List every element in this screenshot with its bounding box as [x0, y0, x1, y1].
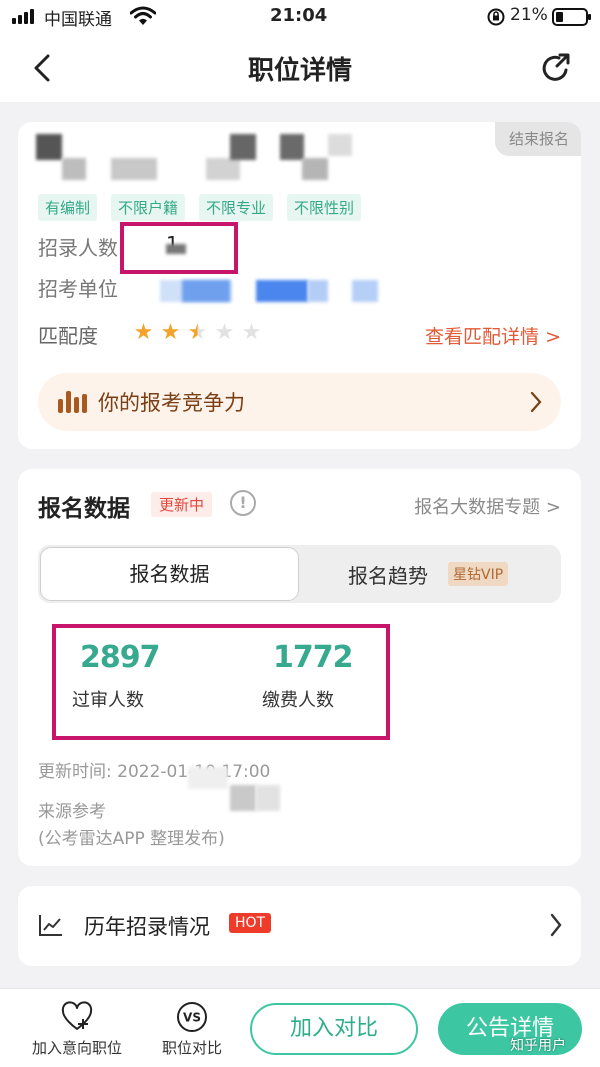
- history-card[interactable]: 历年招录情况 HOT: [18, 886, 581, 966]
- recruit-label: 招录人数: [38, 236, 118, 260]
- tag-list: 有编制 不限户籍 不限专业 不限性别: [38, 194, 362, 221]
- star-empty-icon: ★: [214, 320, 235, 345]
- carrier-name: 中国联通: [44, 10, 112, 30]
- chevron-right-icon: [550, 913, 562, 937]
- star-full-icon: ★: [160, 320, 181, 345]
- svg-text:VS: VS: [183, 1011, 201, 1025]
- wifi-icon: [130, 6, 156, 25]
- bottom-action-bar: 加入意向职位 VS 职位对比 加入对比 公告详情: [0, 988, 600, 1067]
- add-to-compare-button[interactable]: 加入对比: [250, 1003, 418, 1055]
- updating-badge: 更新中: [151, 492, 213, 517]
- match-rating: ★ ★ ★ ★ ★: [132, 321, 263, 345]
- tag-item: 不限专业: [199, 194, 274, 221]
- tab-registration-trend[interactable]: 报名趋势: [348, 560, 428, 589]
- heart-add-icon: [61, 1001, 93, 1030]
- battery-percent: 21%: [510, 5, 548, 25]
- tag-item: 不限户籍: [111, 194, 186, 221]
- unit-label: 招考单位: [38, 277, 118, 301]
- tab-registration-data[interactable]: 报名数据: [40, 547, 299, 601]
- recruit-highlight-box: [120, 222, 238, 274]
- vip-badge: 星钻VIP: [448, 562, 509, 586]
- info-icon[interactable]: !: [230, 490, 256, 516]
- favorite-position-button[interactable]: 加入意向职位: [22, 1001, 132, 1058]
- big-data-link[interactable]: 报名大数据专题 >: [414, 493, 561, 519]
- section-title: 报名数据: [38, 496, 130, 522]
- competition-label: 你的报考竞争力: [98, 391, 245, 415]
- tag-item: 有编制: [38, 194, 98, 221]
- star-full-icon: ★: [133, 320, 154, 345]
- match-details-link[interactable]: 查看匹配详情 >: [425, 322, 561, 349]
- star-half-icon: ★: [187, 320, 208, 345]
- stats-highlight-box: [52, 624, 390, 740]
- nav-bar: 职位详情: [0, 34, 600, 102]
- match-label: 匹配度: [38, 324, 98, 348]
- chevron-right-icon: [530, 391, 542, 413]
- share-icon[interactable]: [536, 48, 576, 88]
- registration-data-card: 报名数据 更新中 ! 报名大数据专题 > 报名数据 报名趋势 星钻VIP 289…: [18, 469, 581, 866]
- position-compare-tool[interactable]: VS 职位对比: [152, 1001, 232, 1058]
- update-time: 更新时间: 2022-01-10 17:00: [38, 762, 271, 782]
- star-empty-icon: ★: [241, 320, 262, 345]
- rotation-lock-icon: [487, 8, 505, 26]
- status-badge: 结束报名: [494, 122, 581, 156]
- line-chart-icon: [39, 915, 62, 936]
- bar-chart-icon: [58, 391, 87, 413]
- history-label: 历年招录情况: [84, 915, 210, 939]
- tag-item: 不限性别: [287, 194, 362, 221]
- favorite-label: 加入意向职位: [31, 1039, 122, 1057]
- page-title: 职位详情: [247, 56, 352, 86]
- status-bar: 中国联通 21:04 21%: [0, 0, 600, 34]
- hot-badge: HOT: [229, 913, 272, 933]
- competition-button[interactable]: 你的报考竞争力: [38, 373, 561, 431]
- watermark: 知乎用户: [510, 1038, 566, 1054]
- source-label: 来源参考: [38, 802, 106, 822]
- data-tabs: 报名数据 报名趋势 星钻VIP: [38, 545, 561, 603]
- signal-icon: [12, 9, 34, 24]
- position-summary-card: 结束报名 有编制 不限户籍 不限专业 不限性别 招录人数 1 招考单位 匹配度 …: [18, 122, 581, 449]
- battery-icon: [552, 8, 591, 26]
- status-time: 21:04: [270, 5, 328, 26]
- versus-icon: VS: [177, 1002, 207, 1032]
- source-note: (公考雷达APP 整理发布): [38, 829, 225, 849]
- compare-tool-label: 职位对比: [161, 1039, 222, 1057]
